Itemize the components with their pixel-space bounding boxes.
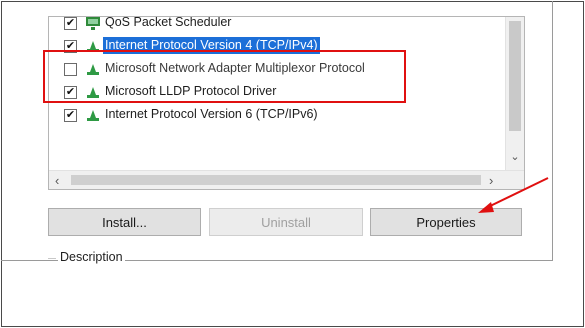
list-item-ipv6[interactable]: ✔ Internet Protocol Version 6 (TCP/IPv6) bbox=[49, 105, 504, 127]
chevron-down-icon[interactable]: ⌄ bbox=[509, 151, 521, 163]
scroll-thumb[interactable] bbox=[509, 21, 521, 131]
groupbox-border bbox=[48, 258, 56, 259]
network-protocol-icon bbox=[85, 61, 101, 77]
install-button[interactable]: Install... bbox=[48, 208, 201, 236]
list-item-multiplexor[interactable]: Microsoft Network Adapter Multiplexor Pr… bbox=[49, 59, 504, 81]
list-item-label: Microsoft LLDP Protocol Driver bbox=[105, 84, 277, 98]
network-service-icon bbox=[85, 17, 101, 31]
network-protocol-icon bbox=[85, 38, 101, 54]
list-item-label: QoS Packet Scheduler bbox=[105, 16, 232, 29]
checkbox[interactable]: ✔ bbox=[64, 17, 77, 30]
chevron-right-icon[interactable]: › bbox=[489, 173, 493, 188]
checkbox[interactable]: ✔ bbox=[64, 40, 77, 53]
properties-button[interactable]: Properties bbox=[370, 208, 522, 236]
list-item-label: Internet Protocol Version 4 (TCP/IPv4) bbox=[103, 37, 320, 54]
list-item-qos[interactable]: ✔ QoS Packet Scheduler bbox=[49, 16, 504, 35]
list-item-lldp[interactable]: ✔ Microsoft LLDP Protocol Driver bbox=[49, 82, 504, 104]
list-item-label: Microsoft Network Adapter Multiplexor Pr… bbox=[105, 61, 365, 75]
divider-vertical bbox=[552, 1, 553, 261]
chevron-left-icon[interactable]: ‹ bbox=[55, 173, 59, 188]
list-item-ipv4[interactable]: ✔ Internet Protocol Version 4 (TCP/IPv4) bbox=[49, 36, 504, 58]
network-protocol-icon bbox=[85, 84, 101, 100]
checkbox[interactable]: ✔ bbox=[64, 86, 77, 99]
vertical-scrollbar[interactable]: ⌄ bbox=[505, 17, 524, 170]
description-label: Description bbox=[58, 250, 125, 264]
checkbox[interactable] bbox=[64, 63, 77, 76]
horizontal-scrollbar[interactable]: ‹ › bbox=[49, 170, 524, 189]
scroll-thumb[interactable] bbox=[71, 175, 481, 185]
checkbox[interactable]: ✔ bbox=[64, 109, 77, 122]
uninstall-button[interactable]: Uninstall bbox=[209, 208, 363, 236]
network-protocol-icon bbox=[85, 107, 101, 123]
list-item-label: Internet Protocol Version 6 (TCP/IPv6) bbox=[105, 107, 318, 121]
components-listbox[interactable]: ✔ QoS Packet Scheduler ✔ Internet Protoc… bbox=[48, 16, 525, 190]
